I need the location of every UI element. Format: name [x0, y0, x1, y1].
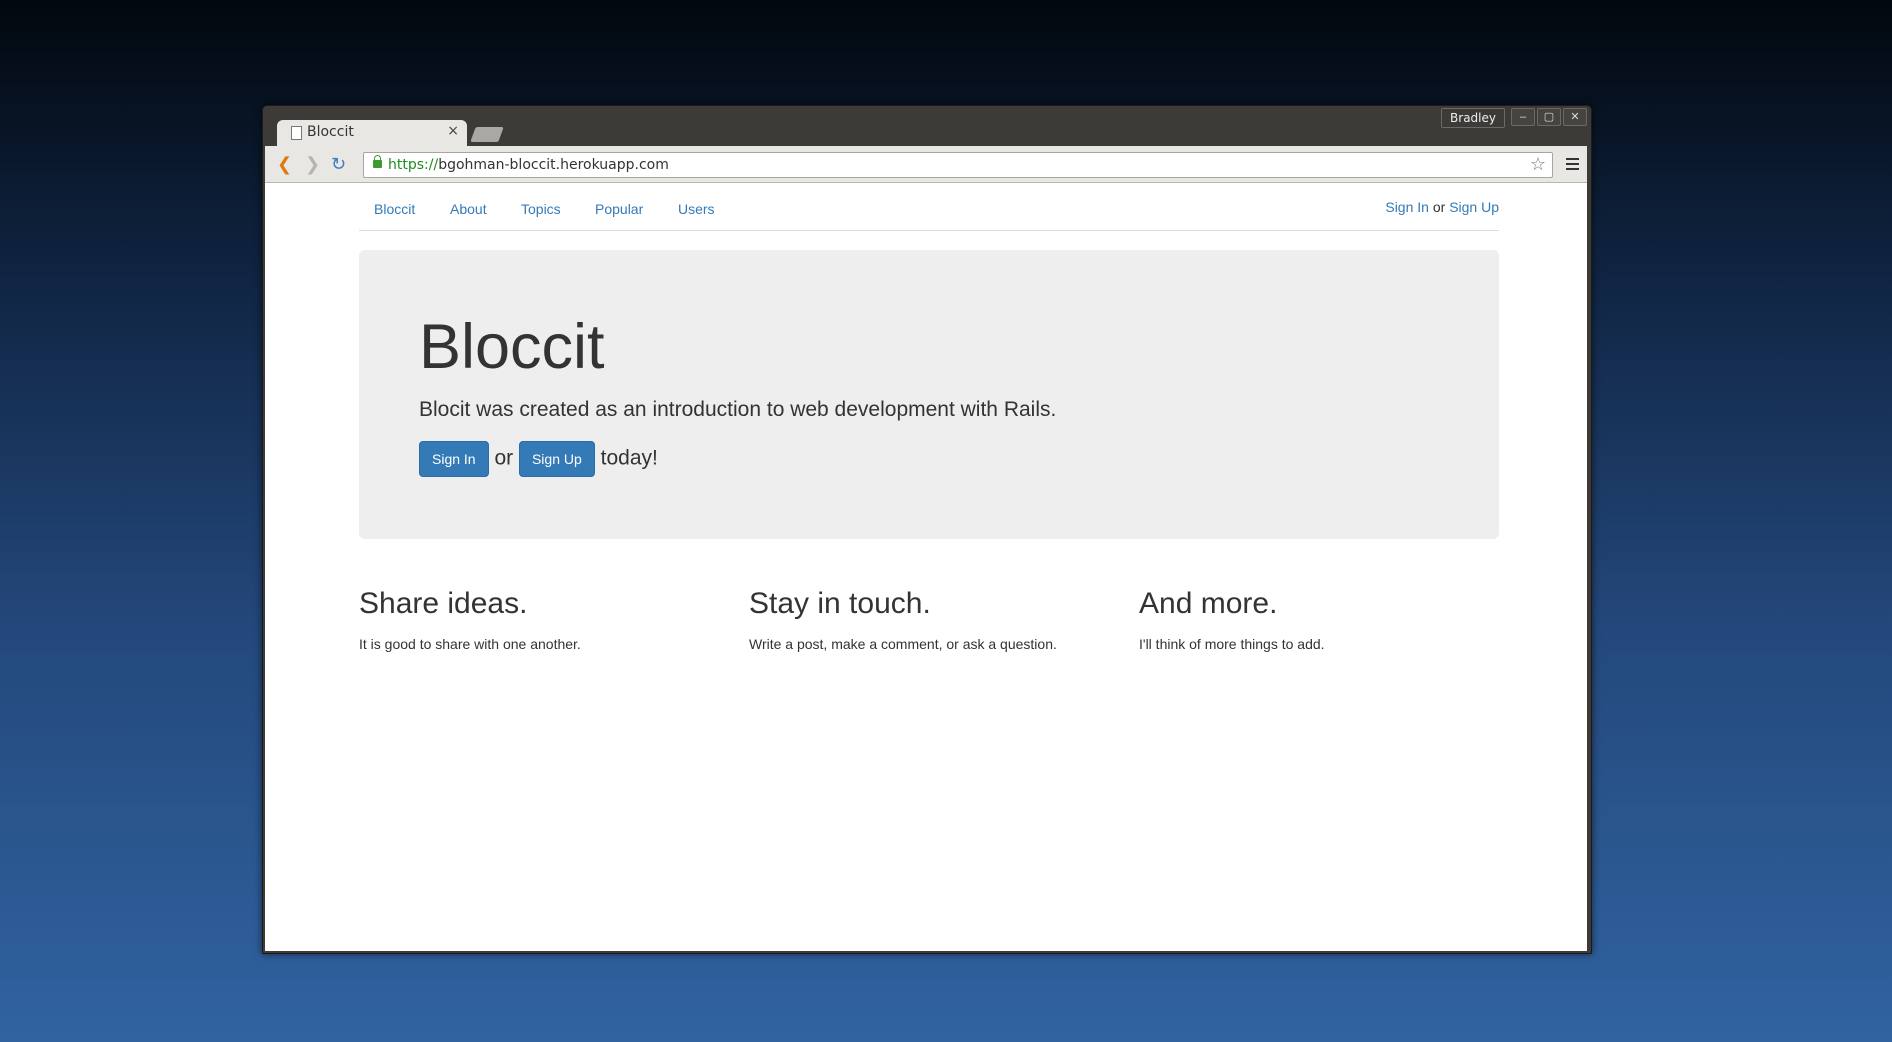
jumbotron: Bloccit Blocit was created as an introdu… — [359, 250, 1499, 539]
forward-arrow-icon[interactable]: ❯ — [305, 154, 320, 174]
tab-close-icon[interactable]: × — [447, 123, 459, 139]
feature-text: It is good to share with one another. — [359, 636, 581, 652]
new-tab-button[interactable] — [470, 127, 504, 142]
page-container: Bloccit About Topics Popular Users Sign … — [359, 183, 1499, 951]
today-text: today! — [600, 446, 658, 470]
nav-link-popular[interactable]: Popular — [595, 201, 643, 217]
tab-title: Bloccit — [307, 124, 354, 140]
nav-link-users[interactable]: Users — [678, 201, 715, 217]
feature-title: Stay in touch. — [749, 587, 931, 620]
auth-links: Sign In or Sign Up — [1385, 199, 1499, 215]
or-text: or — [494, 446, 514, 470]
nav-link-bloccit[interactable]: Bloccit — [374, 201, 415, 217]
feature-text: Write a post, make a comment, or ask a q… — [749, 636, 1057, 652]
hamburger-menu-icon[interactable] — [1566, 158, 1579, 170]
sign-in-button[interactable]: Sign In — [419, 441, 489, 477]
nav-sign-in-link[interactable]: Sign In — [1385, 199, 1429, 215]
reload-icon[interactable]: ↻ — [331, 154, 346, 174]
nav-sign-up-link[interactable]: Sign Up — [1449, 199, 1499, 215]
lock-icon — [373, 155, 382, 168]
close-button[interactable]: ✕ — [1563, 108, 1587, 126]
maximize-button[interactable]: ▢ — [1537, 108, 1561, 126]
feature-text: I'll think of more things to add. — [1139, 636, 1325, 652]
address-bar[interactable]: https://bgohman-bloccit.herokuapp.com ☆ — [363, 152, 1553, 178]
profile-button[interactable]: Bradley — [1441, 108, 1505, 128]
browser-window: Bloccit × Bradley – ▢ ✕ ❮ ❯ ↻ https://bg… — [262, 105, 1592, 954]
feature-stay-in-touch: Stay in touch. Write a post, make a comm… — [749, 587, 1109, 652]
lead-text: Blocit was created as an introduction to… — [419, 398, 1057, 421]
feature-title: Share ideas. — [359, 587, 528, 620]
nav-or-text: or — [1432, 199, 1446, 215]
page-icon — [291, 126, 302, 140]
feature-share-ideas: Share ideas. It is good to share with on… — [359, 587, 719, 652]
browser-tab[interactable]: Bloccit × — [277, 120, 467, 146]
url-host: bgohman-bloccit.herokuapp.com — [438, 157, 669, 173]
back-arrow-icon[interactable]: ❮ — [277, 154, 292, 174]
feature-and-more: And more. I'll think of more things to a… — [1139, 587, 1499, 652]
nav-link-topics[interactable]: Topics — [521, 201, 561, 217]
title-bar: Bloccit × Bradley – ▢ ✕ — [263, 106, 1591, 146]
url-text: https://bgohman-bloccit.herokuapp.com — [388, 153, 669, 177]
url-scheme: https:// — [388, 157, 439, 173]
sign-up-button[interactable]: Sign Up — [518, 441, 595, 477]
feature-title: And more. — [1139, 587, 1278, 620]
minimize-button[interactable]: – — [1511, 108, 1535, 126]
star-icon[interactable]: ☆ — [1530, 153, 1546, 177]
nav-link-about[interactable]: About — [450, 201, 487, 217]
page-viewport: Bloccit About Topics Popular Users Sign … — [265, 183, 1587, 951]
browser-toolbar: ❮ ❯ ↻ https://bgohman-bloccit.herokuapp.… — [265, 146, 1587, 183]
site-nav: Bloccit About Topics Popular Users Sign … — [359, 183, 1499, 231]
page-title: Bloccit — [419, 312, 605, 382]
jumbotron-actions: Sign In or Sign Up today! — [419, 441, 658, 477]
